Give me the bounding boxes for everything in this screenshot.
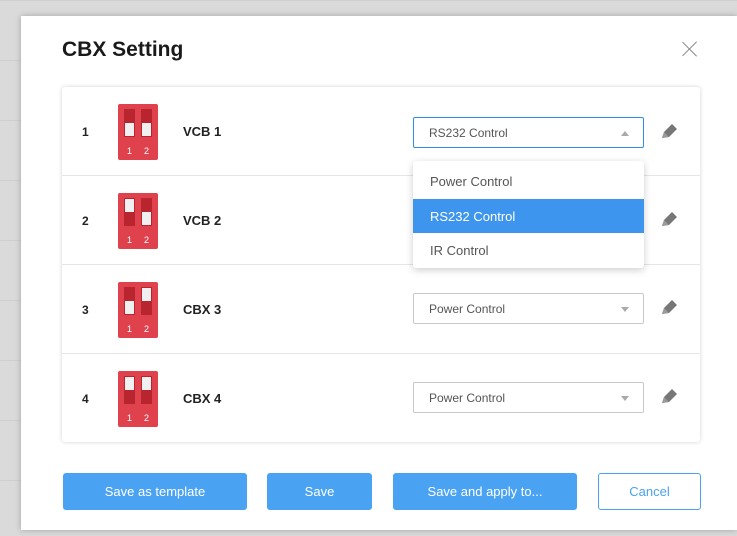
chevron-down-icon bbox=[621, 307, 629, 312]
select-value: Power Control bbox=[429, 391, 506, 405]
select-value: RS232 Control bbox=[429, 126, 508, 140]
cbx-name: VCB 2 bbox=[183, 213, 222, 228]
row-index: 4 bbox=[82, 392, 89, 406]
dip-switch-icon: 1 2 bbox=[108, 190, 168, 252]
save-button[interactable]: Save bbox=[267, 473, 372, 510]
cbx-name: VCB 1 bbox=[183, 124, 222, 139]
list-item: 4 1 2 CBX 4 Power Control bbox=[62, 354, 700, 442]
dip-label-2: 2 bbox=[144, 324, 149, 334]
dip-label-2: 2 bbox=[144, 235, 149, 245]
option-ir-control[interactable]: IR Control bbox=[413, 233, 644, 267]
dip-switch-icon: 1 2 bbox=[108, 279, 168, 341]
cbx-setting-dialog: CBX Setting 1 1 2 VCB 1 RS232 Control 2 … bbox=[21, 16, 737, 530]
dip-label-1: 1 bbox=[127, 413, 132, 423]
control-mode-select[interactable]: Power Control bbox=[413, 293, 644, 324]
option-rs232-control[interactable]: RS232 Control bbox=[413, 199, 644, 233]
dip-label-2: 2 bbox=[144, 413, 149, 423]
list-item: 3 1 2 CBX 3 Power Control bbox=[62, 265, 700, 354]
save-and-apply-button[interactable]: Save and apply to... bbox=[393, 473, 577, 510]
pencil-icon[interactable] bbox=[659, 122, 679, 142]
close-icon[interactable] bbox=[681, 40, 699, 58]
row-index: 2 bbox=[82, 214, 89, 228]
control-mode-select[interactable]: RS232 Control bbox=[413, 117, 644, 148]
pencil-icon[interactable] bbox=[659, 387, 679, 407]
select-value: Power Control bbox=[429, 302, 506, 316]
row-index: 3 bbox=[82, 303, 89, 317]
option-power-control[interactable]: Power Control bbox=[413, 164, 644, 198]
dip-label-1: 1 bbox=[127, 146, 132, 156]
dip-label-1: 1 bbox=[127, 324, 132, 334]
cancel-button[interactable]: Cancel bbox=[598, 473, 701, 510]
dip-label-1: 1 bbox=[127, 235, 132, 245]
chevron-down-icon bbox=[621, 396, 629, 401]
dialog-title: CBX Setting bbox=[62, 38, 184, 61]
save-as-template-button[interactable]: Save as template bbox=[63, 473, 247, 510]
chevron-up-icon bbox=[621, 131, 629, 136]
dip-switch-icon: 1 2 bbox=[108, 368, 168, 430]
row-index: 1 bbox=[82, 125, 89, 139]
control-mode-dropdown: Power Control RS232 Control IR Control bbox=[413, 161, 644, 268]
dip-label-2: 2 bbox=[144, 146, 149, 156]
pencil-icon[interactable] bbox=[659, 298, 679, 318]
control-mode-select[interactable]: Power Control bbox=[413, 382, 644, 413]
dip-switch-icon: 1 2 bbox=[108, 101, 168, 163]
pencil-icon[interactable] bbox=[659, 210, 679, 230]
cbx-name: CBX 4 bbox=[183, 391, 222, 406]
cbx-list: 1 1 2 VCB 1 RS232 Control 2 1 2 VCB 2 3 … bbox=[62, 87, 700, 442]
cbx-name: CBX 3 bbox=[183, 302, 222, 317]
